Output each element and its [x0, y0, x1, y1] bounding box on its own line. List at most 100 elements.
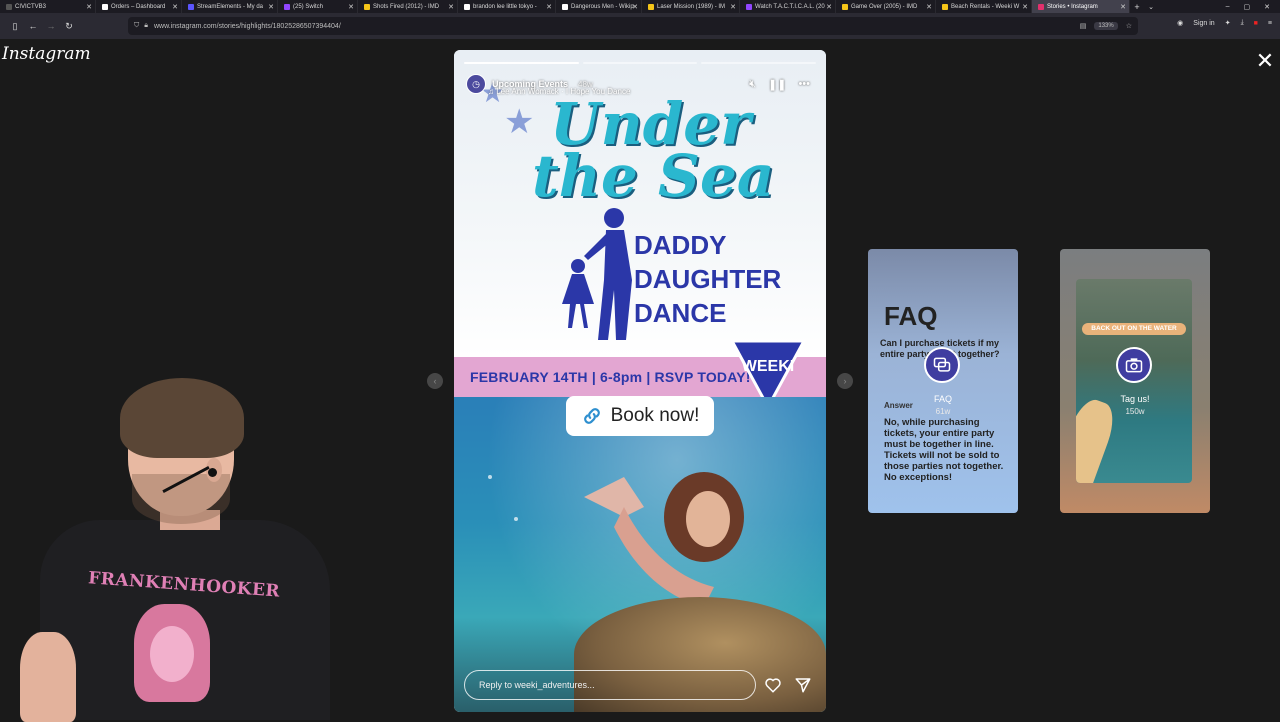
tab-list-dropdown-icon[interactable]: ⌄: [1144, 3, 1158, 11]
link-icon: [583, 408, 600, 424]
bubble: [514, 517, 518, 521]
tab-label: Laser Mission (1989) - IM: [657, 3, 726, 10]
faq-highlight-avatar: [924, 347, 960, 383]
browser-tab[interactable]: Laser Mission (1989) - IM ✕: [642, 0, 740, 13]
tab-label: Shots Fired (2012) - IMD: [373, 3, 440, 10]
music-title[interactable]: Lee Ann Womack · I Hope You Dance: [496, 87, 630, 96]
browser-tab[interactable]: CIVICTVB3 ✕: [0, 0, 96, 13]
tracking-shield-icon[interactable]: ⛉: [134, 22, 139, 30]
highlight-card-faq[interactable]: FAQ Can I purchase tickets if my entire …: [868, 249, 1018, 513]
tab-close-icon[interactable]: ✕: [86, 3, 92, 11]
tab-close-icon[interactable]: ✕: [1120, 3, 1126, 11]
browser-tab[interactable]: Shots Fired (2012) - IMD ✕: [358, 0, 458, 13]
pause-icon[interactable]: ❚❚: [768, 78, 786, 91]
tab-close-icon[interactable]: ✕: [826, 3, 832, 11]
tab-favicon-icon: [364, 3, 370, 10]
tab-close-icon[interactable]: ✕: [1022, 3, 1028, 11]
tab-close-icon[interactable]: ✕: [730, 3, 736, 11]
faq-highlight-time: 61w: [935, 407, 951, 416]
camera-icon: [1125, 358, 1143, 373]
bookmark-star-icon[interactable]: ☆: [1126, 22, 1132, 30]
more-options-icon[interactable]: •••: [798, 78, 810, 91]
streamer-hair: [120, 378, 244, 458]
tab-favicon-icon: [746, 3, 752, 10]
tab-label: brandon lee little tokyo -: [473, 3, 537, 10]
new-tab-button[interactable]: +: [1130, 2, 1144, 12]
tab-label: StreamElements - My da: [197, 3, 264, 10]
browser-tab[interactable]: brandon lee little tokyo - ✕: [458, 0, 556, 13]
window-controls: – ▢ ✕: [1226, 3, 1280, 11]
extensions-icon[interactable]: ✦: [1225, 19, 1231, 27]
share-send-icon[interactable]: [794, 676, 812, 694]
highlight-card-tag-us[interactable]: BACK OUT ON THE WATER Tag us! 150w: [1060, 249, 1210, 513]
browser-tab[interactable]: StreamElements - My da ✕: [182, 0, 278, 13]
badge-text: WEEKI: [742, 358, 794, 375]
back-icon[interactable]: ←: [24, 21, 42, 31]
tab-close-icon[interactable]: ✕: [268, 3, 274, 11]
tab-close-icon[interactable]: ✕: [546, 3, 552, 11]
story-artwork-top: ★ ★ Under the Sea DADDY DAUGHTER DANCE: [454, 50, 826, 357]
browser-tab[interactable]: (25) Switch ✕: [278, 0, 358, 13]
tab-favicon-icon: [648, 3, 654, 10]
faq-answer: No, while purchasing tickets, your entir…: [884, 417, 1004, 483]
tag-highlight-name: Tag us!: [1120, 394, 1150, 404]
book-now-link-sticker[interactable]: Book now!: [566, 396, 714, 436]
progress-segment: [582, 62, 698, 64]
sidebar-icon[interactable]: ▯: [6, 21, 24, 32]
forward-icon[interactable]: →: [42, 21, 60, 31]
menu-icon[interactable]: ≡: [1268, 20, 1272, 27]
tab-close-icon[interactable]: ✕: [448, 3, 454, 11]
browser-tab[interactable]: Watch T.A.C.T.I.C.A.L. (20 ✕: [740, 0, 836, 13]
instagram-logo[interactable]: Instagram: [2, 44, 91, 64]
browser-tab[interactable]: Stories • Instagram ✕: [1032, 0, 1130, 13]
under-the-sea-title: Under the Sea: [532, 95, 790, 205]
reader-mode-icon[interactable]: ▤: [1080, 22, 1087, 30]
story-viewer[interactable]: ★ ★ Under the Sea DADDY DAUGHTER DANCE F…: [454, 50, 826, 712]
streamer-webcam: FRANKENHOOKER: [0, 370, 330, 722]
next-story-arrow-icon[interactable]: ›: [837, 373, 853, 389]
downloads-icon[interactable]: ⤓: [1241, 19, 1244, 27]
maximize-icon[interactable]: ▢: [1244, 3, 1251, 11]
browser-tab[interactable]: Beach Rentals - Weeki W ✕: [936, 0, 1032, 13]
lock-icon[interactable]: 🔒︎: [144, 22, 148, 30]
account-icon[interactable]: ◉: [1177, 19, 1183, 27]
dance-line-3: DANCE: [634, 298, 727, 328]
reply-actions: [764, 676, 812, 694]
url-bar[interactable]: ⛉ 🔒︎ www.instagram.com/stories/highlight…: [128, 17, 1138, 35]
browser-tab[interactable]: Game Over (2005) - IMD ✕: [836, 0, 936, 13]
url-text[interactable]: www.instagram.com/stories/highlights/180…: [154, 23, 341, 30]
tab-close-icon[interactable]: ✕: [348, 3, 354, 11]
tab-close-icon[interactable]: ✕: [926, 3, 932, 11]
tab-label: (25) Switch: [293, 3, 324, 10]
browser-navbar: ▯ ← → ↻ ⛉ 🔒︎ www.instagram.com/stories/h…: [0, 13, 1280, 39]
faq-highlight-name: FAQ: [933, 394, 952, 404]
minimize-icon[interactable]: –: [1226, 3, 1230, 11]
music-label[interactable]: ♫ Lee Ann Womack · I Hope You Dance: [488, 87, 630, 96]
tab-label: Game Over (2005) - IMD: [851, 3, 918, 10]
sign-in-link[interactable]: Sign in: [1193, 20, 1214, 27]
dance-line-2: DAUGHTER: [634, 264, 782, 294]
tab-favicon-icon: [842, 3, 848, 10]
mute-icon[interactable]: 🔇︎: [749, 78, 756, 91]
reload-icon[interactable]: ↻: [60, 21, 78, 32]
progress-segment: [701, 62, 817, 64]
tab-favicon-icon: [188, 3, 194, 10]
browser-tab[interactable]: Orders – Dashboard ✕: [96, 0, 182, 13]
close-stories-icon[interactable]: ✕: [1254, 50, 1276, 72]
account-avatar[interactable]: ◷: [466, 74, 486, 94]
reply-input[interactable]: Reply to weeki_adventures...: [464, 670, 756, 700]
window-close-icon[interactable]: ✕: [1264, 3, 1270, 11]
tab-favicon-icon: [562, 3, 568, 10]
previous-story-arrow-icon[interactable]: ‹: [427, 373, 443, 389]
addon-icon[interactable]: ■: [1254, 20, 1258, 27]
tab-label: Orders – Dashboard: [111, 3, 166, 10]
browser-tab[interactable]: Dangerous Men - Wikip ✕: [556, 0, 642, 13]
zoom-level[interactable]: 133%: [1094, 22, 1118, 30]
browser-tab-strip: CIVICTVB3 ✕ Orders – Dashboard ✕ StreamEleme…: [0, 0, 1280, 13]
tab-close-icon[interactable]: ✕: [172, 3, 178, 11]
like-heart-icon[interactable]: [764, 676, 782, 694]
tab-label: Beach Rentals - Weeki W: [951, 3, 1020, 10]
tab-favicon-icon: [102, 3, 108, 10]
tab-close-icon[interactable]: ✕: [632, 3, 638, 11]
reply-placeholder: Reply to weeki_adventures...: [479, 680, 595, 690]
